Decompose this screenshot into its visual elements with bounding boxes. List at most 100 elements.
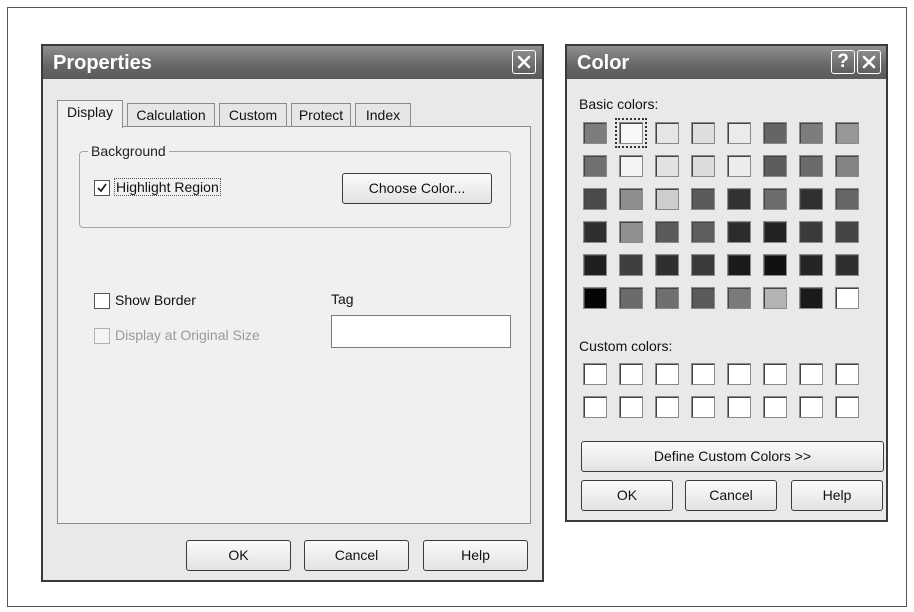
properties-close-button[interactable] [512, 50, 536, 74]
basic-color-swatch[interactable] [727, 155, 751, 177]
basic-color-swatch[interactable] [835, 254, 859, 276]
basic-color-swatch[interactable] [835, 155, 859, 177]
show-border-label[interactable]: Show Border [115, 292, 196, 308]
basic-color-swatch[interactable] [619, 254, 643, 276]
display-tab-panel: Background Highlight Region Choose Color… [57, 126, 531, 524]
basic-color-swatch[interactable] [619, 155, 643, 177]
custom-colors-label: Custom colors: [579, 338, 673, 354]
basic-color-swatch[interactable] [583, 155, 607, 177]
basic-color-swatch[interactable] [799, 254, 823, 276]
properties-title: Properties [53, 52, 152, 74]
basic-color-swatch[interactable] [763, 122, 787, 144]
basic-color-swatch[interactable] [583, 221, 607, 243]
basic-color-swatch[interactable] [655, 254, 679, 276]
custom-color-swatch[interactable] [655, 396, 679, 418]
basic-color-swatch[interactable] [799, 188, 823, 210]
background-group-legend: Background [91, 143, 166, 159]
properties-dialog: Properties Display Calculation Custom Pr… [41, 44, 544, 582]
basic-color-swatch[interactable] [763, 155, 787, 177]
basic-color-swatch[interactable] [615, 118, 647, 148]
basic-color-swatch[interactable] [691, 122, 715, 144]
basic-color-swatch[interactable] [727, 287, 751, 309]
basic-color-swatch[interactable] [619, 221, 643, 243]
custom-color-swatch[interactable] [619, 363, 643, 385]
basic-color-swatch[interactable] [799, 287, 823, 309]
help-button[interactable]: Help [423, 540, 528, 571]
basic-color-swatch[interactable] [583, 188, 607, 210]
choose-color-button[interactable]: Choose Color... [342, 173, 492, 204]
cancel-button[interactable]: Cancel [304, 540, 409, 571]
basic-color-swatch[interactable] [835, 188, 859, 210]
basic-color-swatch[interactable] [763, 254, 787, 276]
ok-button[interactable]: OK [186, 540, 291, 571]
tab-protect[interactable]: Protect [291, 103, 351, 127]
properties-titlebar[interactable]: Properties [43, 46, 542, 79]
display-original-size-label: Display at Original Size [115, 327, 260, 343]
checkmark-icon [97, 183, 107, 193]
tab-custom[interactable]: Custom [219, 103, 287, 127]
color-dialog: Color ? Basic colors: Custom colors: Def… [565, 44, 888, 522]
basic-color-swatch[interactable] [691, 221, 715, 243]
highlight-region-checkbox[interactable] [94, 180, 110, 196]
basic-color-swatch[interactable] [655, 221, 679, 243]
close-icon [862, 55, 876, 69]
custom-color-swatch[interactable] [799, 396, 823, 418]
basic-color-swatch[interactable] [799, 155, 823, 177]
basic-color-swatch[interactable] [691, 254, 715, 276]
custom-color-swatch[interactable] [727, 396, 751, 418]
basic-color-swatch[interactable] [727, 221, 751, 243]
color-cancel-button[interactable]: Cancel [685, 480, 777, 511]
tag-input[interactable] [331, 315, 511, 348]
tag-label: Tag [331, 291, 354, 307]
basic-color-swatch[interactable] [835, 122, 859, 144]
basic-color-swatch[interactable] [727, 188, 751, 210]
color-close-button[interactable] [857, 50, 881, 74]
highlight-region-label[interactable]: Highlight Region [114, 178, 221, 196]
custom-color-swatch[interactable] [583, 363, 607, 385]
basic-color-swatch[interactable] [583, 122, 607, 144]
basic-colors-label: Basic colors: [579, 96, 659, 112]
basic-color-swatch[interactable] [655, 155, 679, 177]
basic-color-swatch[interactable] [835, 221, 859, 243]
show-border-checkbox[interactable] [94, 293, 110, 309]
basic-color-swatch[interactable] [763, 287, 787, 309]
custom-color-swatch[interactable] [691, 396, 715, 418]
color-help-button[interactable]: Help [791, 480, 883, 511]
context-help-button[interactable]: ? [831, 50, 855, 74]
custom-color-swatch[interactable] [763, 396, 787, 418]
basic-color-swatch[interactable] [691, 287, 715, 309]
custom-color-swatch[interactable] [655, 363, 679, 385]
basic-color-swatch[interactable] [799, 221, 823, 243]
basic-color-swatch[interactable] [583, 254, 607, 276]
basic-color-swatch[interactable] [835, 287, 859, 309]
custom-color-swatch[interactable] [835, 396, 859, 418]
custom-color-swatch[interactable] [619, 396, 643, 418]
tab-index[interactable]: Index [355, 103, 411, 127]
basic-color-swatch[interactable] [655, 122, 679, 144]
custom-color-swatch[interactable] [727, 363, 751, 385]
color-titlebar[interactable]: Color ? [567, 46, 886, 79]
basic-color-swatch[interactable] [619, 188, 643, 210]
custom-color-swatch[interactable] [691, 363, 715, 385]
close-icon [517, 55, 531, 69]
basic-color-swatch[interactable] [727, 254, 751, 276]
basic-color-swatch[interactable] [583, 287, 607, 309]
question-mark-icon: ? [837, 51, 849, 72]
custom-color-swatch[interactable] [799, 363, 823, 385]
tab-calculation[interactable]: Calculation [127, 103, 215, 127]
basic-color-swatch[interactable] [655, 287, 679, 309]
basic-color-swatch[interactable] [691, 188, 715, 210]
color-ok-button[interactable]: OK [581, 480, 673, 511]
custom-color-swatch[interactable] [763, 363, 787, 385]
basic-color-swatch[interactable] [799, 122, 823, 144]
basic-color-swatch[interactable] [727, 122, 751, 144]
basic-color-swatch[interactable] [619, 287, 643, 309]
basic-color-swatch[interactable] [763, 221, 787, 243]
basic-color-swatch[interactable] [763, 188, 787, 210]
define-custom-colors-button[interactable]: Define Custom Colors >> [581, 441, 884, 472]
custom-color-swatch[interactable] [583, 396, 607, 418]
custom-color-swatch[interactable] [835, 363, 859, 385]
tab-display[interactable]: Display [57, 100, 123, 128]
basic-color-swatch[interactable] [691, 155, 715, 177]
basic-color-swatch[interactable] [655, 188, 679, 210]
